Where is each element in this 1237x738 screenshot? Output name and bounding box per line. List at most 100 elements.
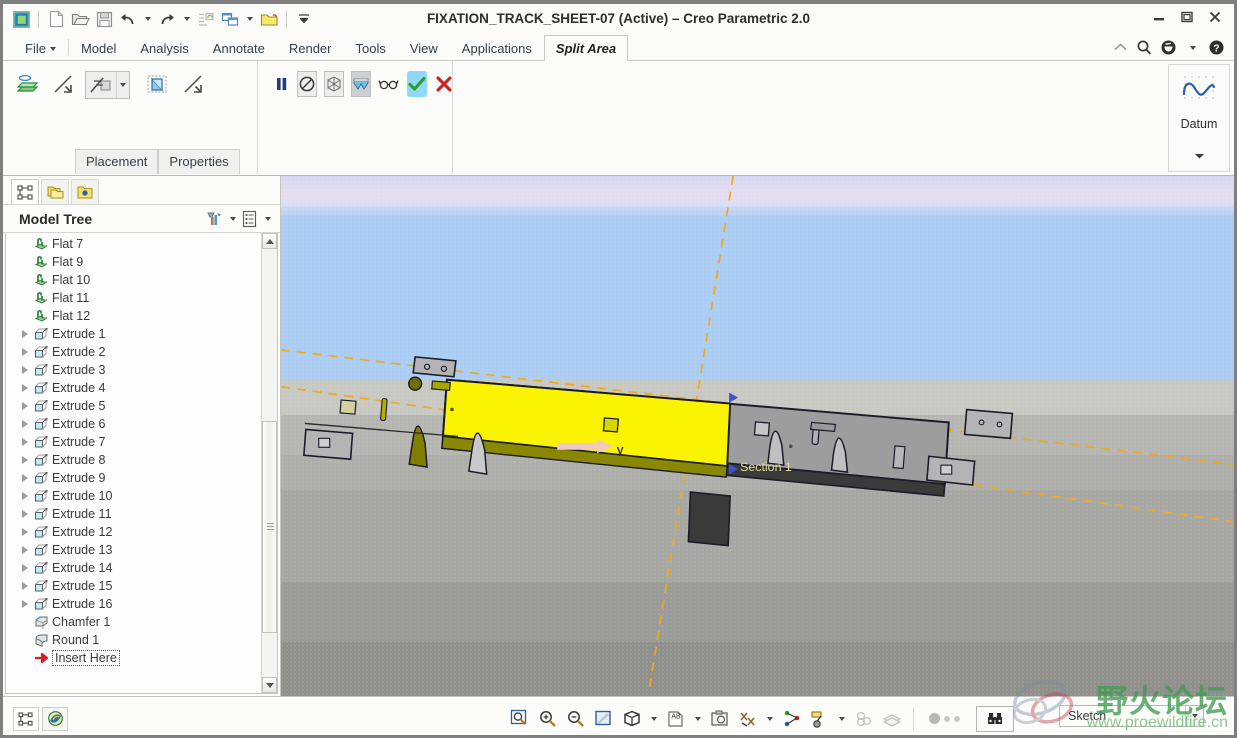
search-icon[interactable]	[1135, 38, 1154, 57]
zoom-in-icon[interactable]	[536, 707, 560, 731]
datum-display-icon[interactable]	[736, 707, 760, 731]
tree-node[interactable]: Extrude 2	[6, 343, 261, 361]
tree-node[interactable]: Extrude 4	[6, 379, 261, 397]
minimize-icon[interactable]	[1146, 7, 1172, 27]
point-display-icon[interactable]	[780, 707, 804, 731]
new-icon[interactable]	[45, 8, 67, 30]
expand-triangle-icon[interactable]	[18, 579, 32, 593]
no-preview-icon[interactable]	[297, 71, 317, 97]
maximize-icon[interactable]	[1174, 7, 1200, 27]
tree-node[interactable]: Extrude 1	[6, 325, 261, 343]
spin-center-icon[interactable]	[852, 707, 876, 731]
tab-properties[interactable]: Properties	[158, 149, 240, 174]
browser-toggle[interactable]	[42, 706, 68, 731]
collapse-ribbon-icon[interactable]	[1111, 38, 1130, 57]
expand-triangle-icon[interactable]	[18, 399, 32, 413]
expand-triangle-icon[interactable]	[18, 327, 32, 341]
cancel-x-icon[interactable]	[434, 71, 454, 97]
expand-triangle-icon[interactable]	[18, 471, 32, 485]
tab-annotate[interactable]: Annotate	[201, 35, 277, 61]
split-type-combo-icon[interactable]	[85, 71, 130, 99]
tree-node[interactable]: Chamfer 1	[6, 613, 261, 631]
datum-display-caret-icon[interactable]	[764, 708, 776, 730]
help-icon[interactable]: ?	[1207, 38, 1226, 57]
datum-dropdown-caret-icon[interactable]	[1193, 147, 1206, 165]
tab-split-area[interactable]: Split Area	[543, 35, 629, 61]
folder-browser-tab[interactable]	[41, 179, 69, 204]
tree-node[interactable]: Extrude 6	[6, 415, 261, 433]
tab-view[interactable]: View	[398, 35, 450, 61]
tree-node[interactable]: Extrude 11	[6, 505, 261, 523]
expand-triangle-icon[interactable]	[18, 561, 32, 575]
favorites-tab[interactable]	[71, 179, 99, 204]
tree-node[interactable]: Extrude 5	[6, 397, 261, 415]
split-region-icon[interactable]	[145, 71, 171, 97]
tree-node[interactable]: Insert Here	[6, 649, 261, 667]
close-icon[interactable]	[1202, 7, 1228, 27]
annotation-display-caret-icon[interactable]	[692, 708, 704, 730]
expand-triangle-icon[interactable]	[18, 597, 32, 611]
tab-placement[interactable]: Placement	[75, 149, 159, 174]
flip-direction-1-icon[interactable]	[50, 71, 76, 97]
tree-node[interactable]: Round 1	[6, 631, 261, 649]
csys-display-caret-icon[interactable]	[836, 708, 848, 730]
tree-node[interactable]: Extrude 13	[6, 541, 261, 559]
scroll-thumb[interactable]	[262, 421, 277, 633]
annotation-display-icon[interactable]: AB	[664, 707, 688, 731]
tree-display-caret-icon[interactable]	[261, 208, 274, 230]
redo-icon[interactable]	[156, 8, 178, 30]
tree-display-icon[interactable]	[239, 208, 261, 230]
creo-logo-icon[interactable]	[10, 8, 32, 30]
tree-node[interactable]: Flat 10	[6, 271, 261, 289]
expand-triangle-icon[interactable]	[18, 525, 32, 539]
tree-node[interactable]: Extrude 15	[6, 577, 261, 595]
expand-triangle-icon[interactable]	[18, 381, 32, 395]
expand-triangle-icon[interactable]	[18, 363, 32, 377]
filter-settings-icon[interactable]	[204, 208, 226, 230]
filter-caret-icon[interactable]	[226, 208, 239, 230]
tab-applications[interactable]: Applications	[450, 35, 544, 61]
save-icon[interactable]	[93, 8, 115, 30]
accept-check-icon[interactable]	[407, 71, 427, 97]
tree-node[interactable]: Flat 7	[6, 235, 261, 253]
tree-node[interactable]: Extrude 9	[6, 469, 261, 487]
tree-node[interactable]: Extrude 14	[6, 559, 261, 577]
csys-display-icon[interactable]	[808, 707, 832, 731]
tree-node[interactable]: Extrude 10	[6, 487, 261, 505]
tab-model[interactable]: Model	[69, 35, 128, 61]
refit-icon[interactable]	[592, 707, 616, 731]
qat-overflow-icon[interactable]	[293, 8, 315, 30]
help-center-icon[interactable]	[1159, 38, 1178, 57]
search-binoculars-icon[interactable]	[976, 705, 1014, 732]
expand-triangle-icon[interactable]	[18, 489, 32, 503]
graphics-viewport[interactable]: Section 1 V	[280, 176, 1234, 696]
window-switch-icon[interactable]	[219, 8, 241, 30]
shaded-preview-icon[interactable]	[351, 71, 371, 97]
undo-icon[interactable]	[117, 8, 139, 30]
tree-node[interactable]: Flat 11	[6, 289, 261, 307]
tree-node[interactable]: Flat 12	[6, 307, 261, 325]
ribbon-group-datum[interactable]: Datum	[1168, 64, 1230, 172]
tree-node[interactable]: Flat 9	[6, 253, 261, 271]
help-center-caret-icon[interactable]	[1183, 38, 1202, 57]
window-dropdown-caret-icon[interactable]	[243, 8, 256, 30]
expand-triangle-icon[interactable]	[18, 507, 32, 521]
close-window-icon[interactable]	[258, 8, 280, 30]
selection-filter-caret-icon[interactable]	[1185, 706, 1203, 726]
tree-node[interactable]: Extrude 8	[6, 451, 261, 469]
undo-dropdown-caret-icon[interactable]	[141, 8, 154, 30]
scroll-down-button[interactable]	[262, 677, 277, 693]
model-tree-scrollbar[interactable]	[261, 233, 277, 693]
pause-icon[interactable]	[274, 71, 290, 97]
glasses-preview-icon[interactable]	[378, 71, 400, 97]
wireframe-preview-icon[interactable]	[324, 71, 344, 97]
selection-filter-combo[interactable]: Sketch	[1059, 705, 1204, 727]
tree-node[interactable]: Extrude 12	[6, 523, 261, 541]
zoom-out-icon[interactable]	[564, 707, 588, 731]
expand-triangle-icon[interactable]	[18, 345, 32, 359]
tree-node[interactable]: Extrude 16	[6, 595, 261, 613]
scroll-up-button[interactable]	[262, 233, 277, 249]
tab-file[interactable]: File	[13, 35, 68, 61]
redo-dropdown-caret-icon[interactable]	[180, 8, 193, 30]
tab-tools[interactable]: Tools	[343, 35, 397, 61]
